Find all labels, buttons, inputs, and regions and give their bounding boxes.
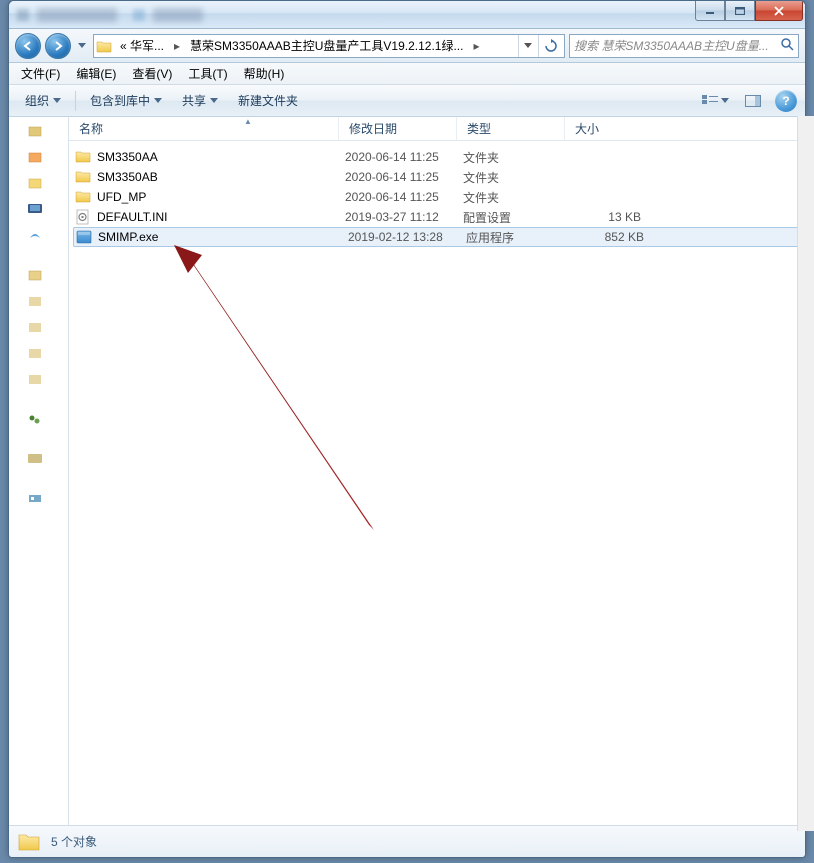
file-row[interactable]: DEFAULT.INI2019-03-27 11:12配置设置13 KB — [69, 207, 805, 227]
file-type: 配置设置 — [463, 209, 571, 226]
file-name: DEFAULT.INI — [97, 210, 345, 224]
menu-tools[interactable]: 工具(T) — [180, 63, 235, 84]
file-date: 2019-03-27 11:12 — [345, 210, 463, 224]
tree-item[interactable] — [15, 267, 63, 285]
tree-item[interactable] — [15, 293, 63, 311]
navbar: « 华军... ▸ 慧荣SM3350AAAB主控U盘量产工具V19.2.12.1… — [9, 29, 805, 63]
search-icon[interactable] — [780, 37, 794, 54]
minimize-button[interactable] — [695, 1, 725, 21]
tree-item[interactable] — [15, 345, 63, 363]
column-headers: ▲ 名称 修改日期 类型 大小 — [69, 117, 805, 141]
share-button[interactable]: 共享 — [174, 88, 226, 113]
ini-icon — [75, 209, 91, 225]
preview-pane-button[interactable] — [737, 90, 769, 112]
file-name: UFD_MP — [97, 190, 345, 204]
tree-item[interactable] — [15, 319, 63, 337]
help-button[interactable]: ? — [775, 90, 797, 112]
file-row[interactable]: SMIMP.exe2019-02-12 13:28应用程序852 KB — [73, 227, 801, 247]
file-row[interactable]: SM3350AA2020-06-14 11:25文件夹 — [69, 147, 805, 167]
nav-tree[interactable] — [9, 117, 69, 825]
folder-icon — [17, 830, 41, 854]
title-blurred — [17, 8, 203, 22]
file-type: 文件夹 — [463, 149, 571, 166]
status-bar: 5 个对象 — [9, 825, 805, 857]
folder-icon — [75, 149, 91, 165]
annotation-arrow — [174, 245, 394, 545]
vertical-scrollbar[interactable] — [797, 116, 814, 831]
view-mode-button[interactable] — [699, 90, 731, 112]
breadcrumb-arrow-icon[interactable]: ▸ — [469, 39, 483, 53]
menu-help[interactable]: 帮助(H) — [236, 63, 293, 84]
file-date: 2020-06-14 11:25 — [345, 190, 463, 204]
exe-icon — [76, 229, 92, 245]
file-list[interactable]: SM3350AA2020-06-14 11:25文件夹SM3350AB2020-… — [69, 141, 805, 253]
menu-view[interactable]: 查看(V) — [124, 63, 180, 84]
toolbar: 组织 包含到库中 共享 新建文件夹 ? — [9, 85, 805, 117]
status-text: 5 个对象 — [51, 833, 97, 850]
file-name: SM3350AA — [97, 150, 345, 164]
file-name: SMIMP.exe — [98, 230, 348, 244]
back-button[interactable] — [15, 33, 41, 59]
file-name: SM3350AB — [97, 170, 345, 184]
tree-item[interactable] — [15, 149, 63, 167]
column-type[interactable]: 类型 — [457, 117, 565, 140]
newfolder-button[interactable]: 新建文件夹 — [230, 88, 306, 113]
sort-indicator-icon: ▲ — [244, 117, 252, 126]
tree-item[interactable] — [15, 175, 63, 193]
file-type: 文件夹 — [463, 189, 571, 206]
menu-edit[interactable]: 编辑(E) — [68, 63, 124, 84]
history-dropdown[interactable] — [75, 43, 89, 49]
file-row[interactable]: SM3350AB2020-06-14 11:25文件夹 — [69, 167, 805, 187]
file-list-pane: ▲ 名称 修改日期 类型 大小 SM3350AA2020-06-14 11:25… — [69, 117, 805, 825]
file-type: 文件夹 — [463, 169, 571, 186]
titlebar[interactable] — [9, 1, 805, 29]
organize-button[interactable]: 组织 — [17, 88, 69, 113]
file-date: 2020-06-14 11:25 — [345, 170, 463, 184]
file-type: 应用程序 — [466, 229, 574, 246]
close-button[interactable] — [755, 1, 803, 21]
tree-item[interactable] — [15, 123, 63, 141]
file-date: 2019-02-12 13:28 — [348, 230, 466, 244]
search-box[interactable]: 搜索 慧荣SM3350AAAB主控U盘量... — [569, 34, 799, 58]
menu-file[interactable]: 文件(F) — [13, 63, 68, 84]
breadcrumb-arrow-icon[interactable]: ▸ — [170, 39, 184, 53]
file-row[interactable]: UFD_MP2020-06-14 11:25文件夹 — [69, 187, 805, 207]
tree-item[interactable] — [15, 451, 63, 469]
address-bar[interactable]: « 华军... ▸ 慧荣SM3350AAAB主控U盘量产工具V19.2.12.1… — [93, 34, 565, 58]
column-size[interactable]: 大小 — [565, 117, 805, 140]
include-button[interactable]: 包含到库中 — [82, 88, 170, 113]
refresh-button[interactable] — [538, 35, 562, 57]
folder-icon — [75, 189, 91, 205]
folder-icon — [96, 38, 112, 54]
forward-button[interactable] — [45, 33, 71, 59]
column-date[interactable]: 修改日期 — [339, 117, 457, 140]
file-size: 13 KB — [571, 210, 641, 224]
folder-icon — [75, 169, 91, 185]
breadcrumb-seg-1[interactable]: « 华军... — [116, 37, 168, 54]
file-date: 2020-06-14 11:25 — [345, 150, 463, 164]
file-size: 852 KB — [574, 230, 644, 244]
tree-item[interactable] — [15, 411, 63, 429]
menubar: 文件(F) 编辑(E) 查看(V) 工具(T) 帮助(H) — [9, 63, 805, 85]
tree-item[interactable] — [15, 227, 63, 245]
address-dropdown[interactable] — [518, 35, 536, 57]
tree-item[interactable] — [15, 201, 63, 219]
tree-item[interactable] — [15, 491, 63, 509]
breadcrumb-seg-2[interactable]: 慧荣SM3350AAAB主控U盘量产工具V19.2.12.1绿... — [186, 37, 467, 54]
maximize-button[interactable] — [725, 1, 755, 21]
search-placeholder: 搜索 慧荣SM3350AAAB主控U盘量... — [574, 37, 776, 54]
tree-item[interactable] — [15, 371, 63, 389]
explorer-window: « 华军... ▸ 慧荣SM3350AAAB主控U盘量产工具V19.2.12.1… — [8, 0, 806, 858]
column-name[interactable]: 名称 — [69, 117, 339, 140]
